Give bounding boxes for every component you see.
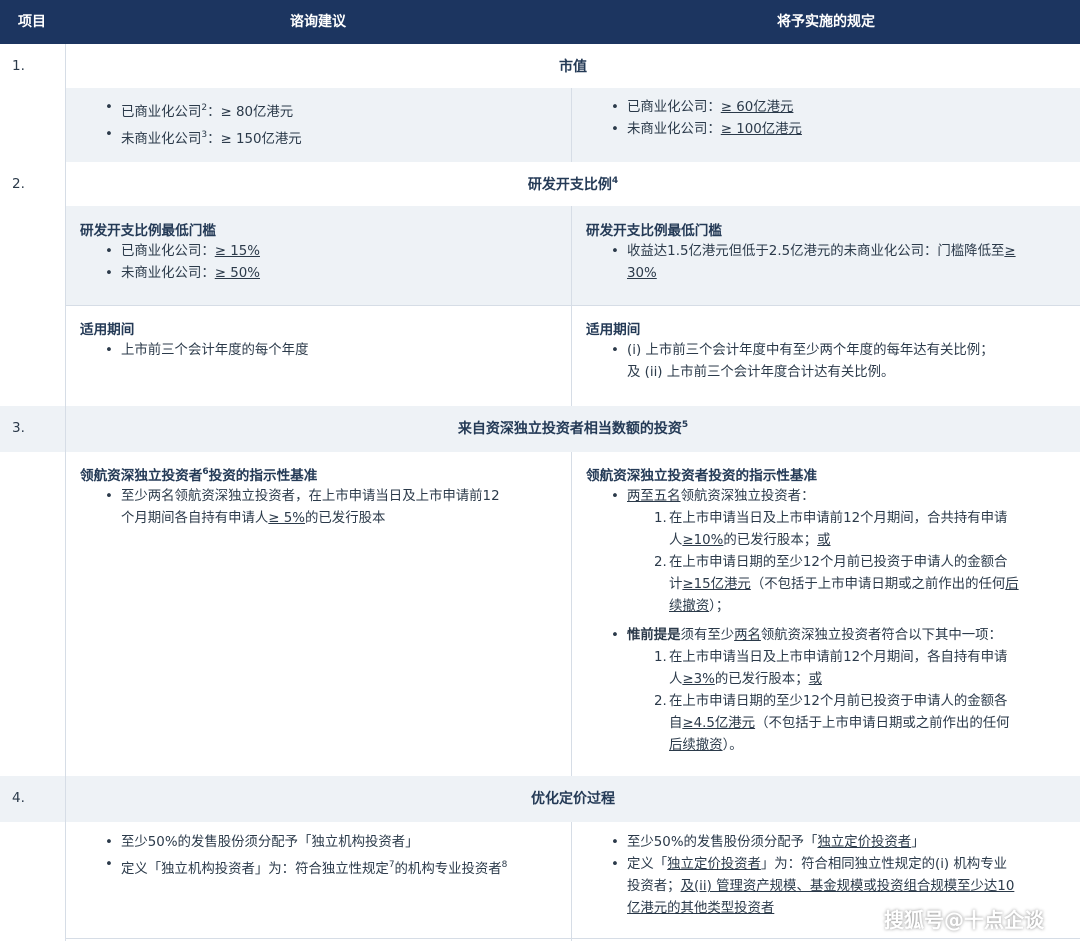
list-item: 2. 在上市申请日期的至少12个月前已投资于申请人的金额合 计≥15亿港元（不包括于…: [654, 555, 1019, 614]
s2-right-list: 收益达1.5亿港元但低于2.5亿港元的未商业化公司：门槛降低至≥30%: [587, 241, 1080, 285]
header-item: 项目: [18, 14, 46, 30]
section-number-2: 2.: [12, 176, 25, 192]
watermark: 搜狐号@十点企谈: [884, 908, 1044, 932]
s2-title: 研发开支比例4: [527, 176, 619, 193]
list-item: 1. 在上市申请当日及上市申请前12个月期间，各自持有申请 人≥3%的已发行股本；或: [654, 650, 1008, 687]
s1-title: 市值: [559, 59, 587, 75]
list-item: 2. 在上市申请日期的至少12个月前已投资于申请人的金额各 自≥4.5亿港元（不包括…: [654, 694, 1010, 753]
s2-right-period-list: (i) 上市前三个会计年度中有至少两个年度的每年达有关比例；及 (ii) 上市前…: [587, 340, 1080, 384]
list-item: 两至五名领航资深独立投资者：: [611, 486, 1080, 508]
s2-left-list: 已商业化公司：≥ 15% 未商业化公司：≥ 50%: [81, 241, 601, 285]
header-rules: 将予实施的规定: [777, 14, 875, 30]
section-number-4: 4.: [12, 790, 25, 806]
s2-right-threshold-heading: 研发开支比例最低门槛: [586, 223, 722, 239]
s3-right-list-2: 惟前提是须有至少两名领航资深独立投资者符合以下其中一项：: [587, 625, 1080, 647]
s3-title: 来自资深独立投资者相当数额的投资5: [457, 420, 689, 437]
list-item: 定义「独立机构投资者」为：符合独立性规定7的机构专业投资者8: [105, 854, 601, 881]
section-number-1: 1.: [12, 58, 25, 74]
header-advice: 谘询建议: [290, 14, 346, 30]
list-item: 至少两名领航资深独立投资者，在上市申请当日及上市申请前12个月期间各自持有申请人…: [105, 486, 601, 530]
s2-left-period-list: 上市前三个会计年度的每个年度: [81, 340, 601, 362]
list-item: (i) 上市前三个会计年度中有至少两个年度的每年达有关比例；及 (ii) 上市前…: [611, 340, 1080, 384]
list-item: 惟前提是须有至少两名领航资深独立投资者符合以下其中一项：: [611, 625, 1080, 647]
s2-left-threshold-heading: 研发开支比例最低门槛: [80, 223, 216, 239]
s3-right-sublist-2: 1. 在上市申请当日及上市申请前12个月期间，各自持有申请 人≥3%的已发行股本；或…: [587, 647, 1080, 757]
s3-right-heading: 领航资深独立投资者投资的指示性基准: [586, 468, 818, 484]
s4-title: 优化定价过程: [531, 791, 615, 807]
divider-mid-s2: [571, 206, 572, 406]
divider-s2-rows: [66, 305, 1080, 306]
list-item: 已商业化公司2：≥ 80亿港元: [105, 97, 601, 124]
list-item: 至少50%的发售股份须分配予「独立机构投资者」: [105, 832, 601, 854]
list-item: 未商业化公司：≥ 50%: [105, 263, 601, 285]
divider-bottom: [66, 938, 1080, 939]
list-item: 已商业化公司：≥ 60亿港元: [611, 97, 1080, 119]
section-number-3: 3.: [12, 420, 25, 436]
list-item: 至少50%的发售股份须分配予「独立定价投资者」: [611, 832, 1080, 854]
list-item: 收益达1.5亿港元但低于2.5亿港元的未商业化公司：门槛降低至≥30%: [611, 241, 1080, 285]
list-item: 上市前三个会计年度的每个年度: [105, 340, 601, 362]
s3-left-heading: 领航资深独立投资者6投资的指示性基准: [80, 467, 318, 484]
s3-right-list-1: 两至五名领航资深独立投资者：: [587, 486, 1080, 508]
list-item: 未商业化公司3：≥ 150亿港元: [105, 124, 601, 151]
s1-left-list: 已商业化公司2：≥ 80亿港元 未商业化公司3：≥ 150亿港元: [81, 97, 601, 151]
s4-left-list: 至少50%的发售股份须分配予「独立机构投资者」 定义「独立机构投资者」为：符合独…: [81, 832, 601, 881]
list-item: 未商业化公司：≥ 100亿港元: [611, 119, 1080, 141]
s2-left-period-heading: 适用期间: [80, 322, 135, 338]
s1-right-list: 已商业化公司：≥ 60亿港元 未商业化公司：≥ 100亿港元: [587, 97, 1080, 141]
s3-left-list: 至少两名领航资深独立投资者，在上市申请当日及上市申请前12个月期间各自持有申请人…: [81, 486, 601, 530]
list-item: 1. 在上市申请当日及上市申请前12个月期间，合共持有申请 人≥10%的已发行股本；…: [654, 511, 1008, 548]
s3-right-sublist-1: 1. 在上市申请当日及上市申请前12个月期间，合共持有申请 人≥10%的已发行股本；…: [587, 508, 1080, 618]
list-item: 已商业化公司：≥ 15%: [105, 241, 601, 263]
s2-right-period-heading: 适用期间: [586, 322, 641, 338]
